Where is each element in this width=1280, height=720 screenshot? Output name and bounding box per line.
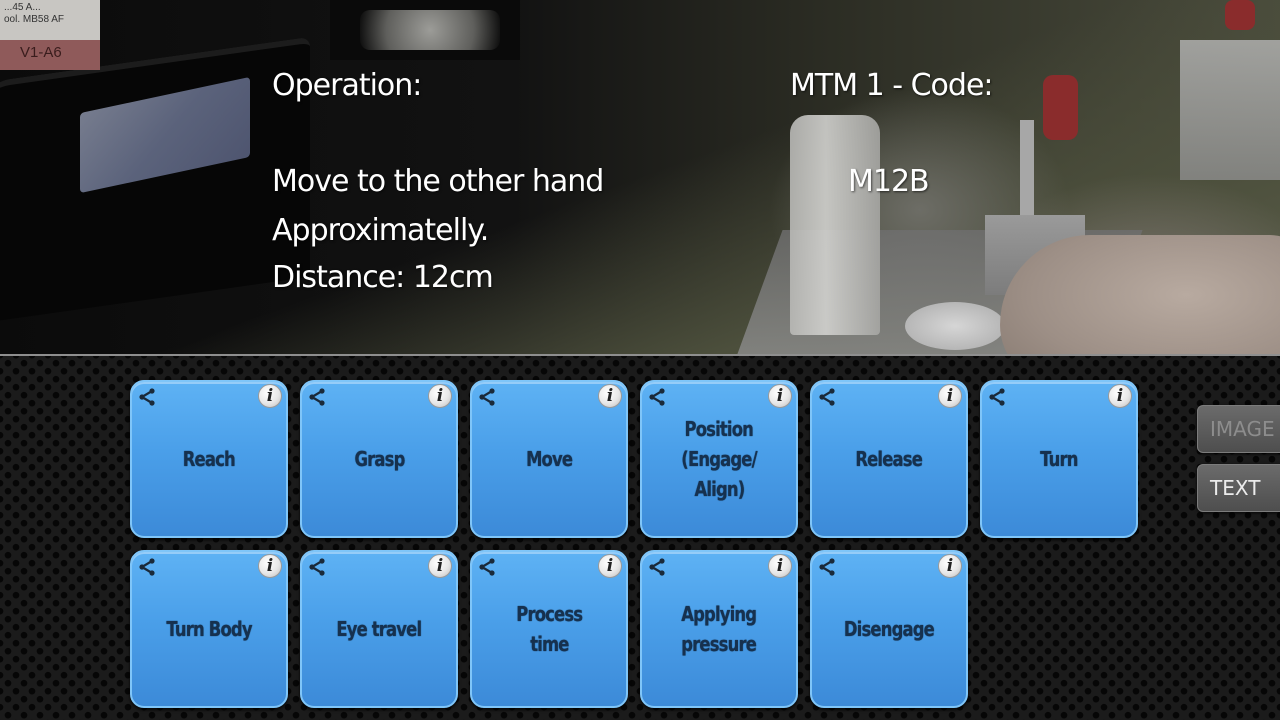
motion-tile-label-line: pressure [681,632,758,656]
motion-tile-label-line: Eye travel [336,617,423,641]
motion-tile[interactable]: i Applying pressure [640,550,798,708]
info-icon[interactable]: i [938,384,962,408]
motion-tile-label: Grasp [302,444,456,474]
motion-tile-label: Turn [982,444,1136,474]
motion-tile-label-line: Turn [1040,447,1078,471]
share-icon[interactable] [477,558,497,576]
operation-description-line: Move to the other hand [272,164,604,199]
share-icon[interactable] [647,558,667,576]
motion-tile[interactable]: i Eye travel [300,550,458,708]
share-icon[interactable] [647,388,667,406]
motion-tile-label-line: Reach [182,447,236,471]
motion-tile-label: Eye travel [302,614,456,644]
info-icon[interactable]: i [598,384,622,408]
disk-part [905,302,1005,350]
motion-tile[interactable]: i Release [810,380,968,538]
motion-tile-label-line: Release [855,447,924,471]
hand [1000,235,1280,354]
fixture-right [1180,40,1280,180]
clamp-handle [1043,75,1078,140]
mtm-code-value: M12B [848,164,930,199]
mtm-code-label: MTM 1 - Code: [790,68,994,103]
info-icon[interactable]: i [768,384,792,408]
motion-tile-label-line: Applying [681,602,758,626]
motion-tile-label: Release [812,444,966,474]
operation-label: Operation: [272,68,422,103]
clamp-handle-2 [1225,0,1255,30]
info-icon[interactable]: i [258,554,282,578]
motion-tile-label-line: Disengage [843,617,935,641]
video-frame: ...45 A... ool. MB58 AF V1-A6 Operation:… [0,0,1280,354]
motion-tile[interactable]: i Move [470,380,628,538]
operation-description-line: Approximatelly. [272,213,489,248]
share-icon[interactable] [137,388,157,406]
share-icon[interactable] [307,388,327,406]
bin-label-code: V1-A6 [20,44,62,61]
motion-tile[interactable]: i Process time [470,550,628,708]
motion-tile-label: Process time [472,599,626,659]
motion-tile-label-line: Process [515,602,583,626]
info-icon[interactable]: i [258,384,282,408]
share-icon[interactable] [137,558,157,576]
image-button[interactable]: IMAGE [1197,405,1280,453]
info-icon[interactable]: i [428,554,452,578]
motion-tile-label-line: Move [525,447,573,471]
motion-tile[interactable]: i Reach [130,380,288,538]
motion-tile[interactable]: i Disengage [810,550,968,708]
text-button[interactable]: TEXT [1197,464,1280,512]
bin-label-text: ...45 A... ool. MB58 AF [4,2,65,25]
motion-tile[interactable]: i Turn [980,380,1138,538]
motion-tile-label: Reach [132,444,286,474]
motion-tile-label: Move [472,444,626,474]
info-icon[interactable]: i [1108,384,1132,408]
share-icon[interactable] [477,388,497,406]
motion-tile-label-line: Turn Body [166,617,252,641]
info-icon[interactable]: i [428,384,452,408]
motion-tile[interactable]: i Grasp [300,380,458,538]
operation-distance: Distance: 12cm [272,260,494,295]
share-icon[interactable] [817,388,837,406]
bin-small-parts [360,10,500,50]
motion-tile-label-line: Grasp [353,447,405,471]
motion-tile-label: Position (Engage/Align) [642,414,796,504]
motion-tile-label: Applying pressure [642,599,796,659]
clamp-arm [1020,120,1034,230]
motion-tile[interactable]: i Turn Body [130,550,288,708]
motion-tile-label-line: time [529,632,569,656]
motion-tile-label-line: Position [684,417,754,441]
share-icon[interactable] [307,558,327,576]
motion-tile-label: Disengage [812,614,966,644]
motion-tile-label-line: (Engage/ [681,447,757,471]
info-icon[interactable]: i [768,554,792,578]
share-icon[interactable] [817,558,837,576]
share-icon[interactable] [987,388,1007,406]
storage-bin-left [0,36,310,324]
motion-tile-label-line: Align) [694,477,745,501]
motion-tile-label: Turn Body [132,614,286,644]
motion-tile[interactable]: i Position (Engage/Align) [640,380,798,538]
info-icon[interactable]: i [938,554,962,578]
bottle [790,115,880,335]
info-icon[interactable]: i [598,554,622,578]
